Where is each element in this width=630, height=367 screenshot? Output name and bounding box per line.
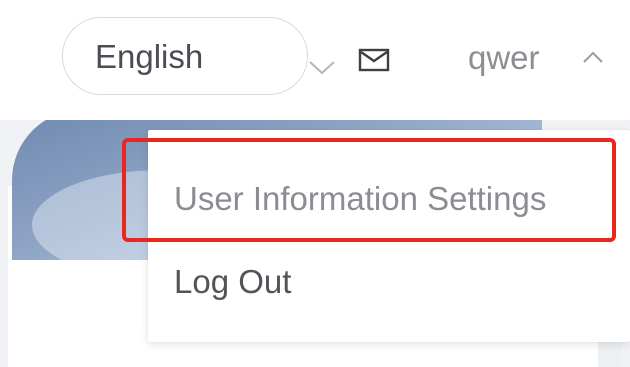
mail-icon[interactable] (358, 48, 390, 72)
menu-item-label: Log Out (174, 263, 292, 300)
menu-item-label: User Information Settings (174, 180, 547, 217)
user-dropdown-menu: User Information Settings Log Out (148, 130, 630, 342)
language-select-value: English (95, 38, 204, 75)
app-screen: English qwer User Information Settings L… (0, 0, 630, 367)
chevron-down-icon (308, 60, 336, 81)
chevron-up-icon (582, 50, 604, 69)
menu-item-user-information-settings[interactable]: User Information Settings (148, 166, 630, 230)
language-select[interactable]: English (62, 17, 335, 95)
top-header: English qwer (0, 0, 630, 120)
username: qwer (468, 39, 540, 76)
menu-item-log-out[interactable]: Log Out (148, 249, 630, 313)
user-menu-toggle[interactable]: qwer (462, 30, 622, 86)
